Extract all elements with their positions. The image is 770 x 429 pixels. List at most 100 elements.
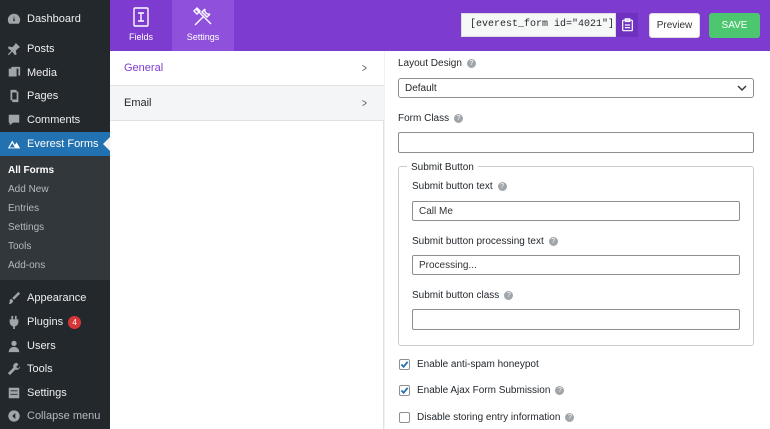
comments-icon [7,113,21,127]
everest-forms-icon [7,137,21,151]
tools-icon [7,362,21,376]
sidebar-item-media[interactable]: Media [0,61,110,85]
sidebar-item-settings[interactable]: Settings [0,381,110,405]
sidebar-item-label: Plugins [27,316,64,328]
sidebar-item-label: Dashboard [27,13,81,25]
settings-icon [7,386,21,400]
submenu-settings[interactable]: Settings [8,222,44,233]
field-label-text: Layout Design [398,58,462,69]
paintbrush-icon [7,291,21,305]
media-icon [7,66,21,80]
pages-icon [7,89,21,103]
submenu-all-forms[interactable]: All Forms [8,165,54,176]
everest-forms-submenu: All Forms Add New Entries Settings Tools… [0,156,110,280]
plugins-update-badge: 4 [68,315,82,329]
clipboard-icon [621,18,633,32]
chevron-right-icon: > [362,61,367,75]
submit-class-label: Submit button class ? [412,290,514,301]
submenu-add-new[interactable]: Add New [8,184,49,195]
help-icon[interactable]: ? [504,291,514,300]
sidebar-item-label: Pages [27,90,59,102]
processing-text-label: Submit button processing text ? [412,236,558,247]
shortcode-field[interactable]: [everest_form id="4021"] [461,13,616,37]
help-icon[interactable]: ? [565,413,575,422]
pin-icon [7,42,21,56]
sidebar-item-everest-forms[interactable]: Everest Forms [0,132,110,156]
sidebar-item-comments[interactable]: Comments [0,108,110,132]
sidebar-item-label: Tools [27,363,53,375]
tab-label: Settings [186,32,220,42]
sidebar-item-dashboard[interactable]: Dashboard [0,7,110,31]
tab-settings[interactable]: Settings [172,0,234,51]
tools-cross-icon [193,7,212,26]
submenu-tools[interactable]: Tools [8,241,31,252]
nav-item-label: Email [124,97,152,109]
disable-entry-storage-checkbox-row[interactable]: Disable storing entry information ? [399,412,575,423]
processing-text-input[interactable]: Processing... [412,255,740,275]
tab-label: Fields [128,32,153,42]
honeypot-checkbox-row[interactable]: Enable anti-spam honeypot [399,359,539,370]
tab-fields[interactable]: Fields [110,0,172,51]
collapse-icon [7,409,21,423]
help-icon[interactable]: ? [548,237,558,246]
sidebar-item-label: Media [27,67,57,79]
ajax-submission-checkbox[interactable] [399,385,410,396]
nav-item-label: General [124,62,164,74]
checkbox-label: Enable anti-spam honeypot [417,359,539,370]
checkbox-label: Disable storing entry information [417,412,561,423]
chevron-down-icon [737,85,747,91]
submit-text-input[interactable]: Call Me [412,201,740,221]
help-icon[interactable]: ? [497,182,507,191]
field-label-text: Form Class [398,113,450,124]
checkmark-icon [400,387,409,395]
field-label-text: Submit button processing text [412,236,544,247]
help-icon[interactable]: ? [454,114,464,123]
settings-nav-general[interactable]: General > [110,51,384,86]
settings-nav-email[interactable]: Email > [110,86,384,121]
submit-text-label: Submit button text ? [412,181,507,192]
save-button[interactable]: SAVE [709,13,760,38]
checkmark-icon [400,361,409,369]
users-icon [7,339,21,353]
submenu-addons[interactable]: Add-ons [8,260,45,271]
help-icon[interactable]: ? [466,59,476,68]
layout-design-select[interactable]: Default [398,78,754,98]
settings-nav: General > Email > [110,51,384,429]
preview-button[interactable]: Preview [649,13,700,38]
form-class-input[interactable] [398,132,754,153]
sidebar-item-tools[interactable]: Tools [0,357,110,381]
sidebar-item-label: Users [27,340,56,352]
sidebar-item-label: Comments [27,114,81,126]
field-label-text: Submit button class [412,290,500,301]
chevron-right-icon: > [362,96,367,110]
honeypot-checkbox[interactable] [399,359,410,370]
ajax-submission-checkbox-row[interactable]: Enable Ajax Form Submission ? [399,385,565,396]
general-settings-panel: Layout Design ? Default Form Class ? Sub… [385,51,770,429]
submenu-entries[interactable]: Entries [8,203,39,214]
submit-class-input[interactable] [412,309,740,330]
dashboard-icon [7,12,21,26]
sidebar-item-plugins[interactable]: Plugins 4 [0,310,110,334]
help-icon[interactable]: ? [555,386,565,395]
copy-shortcode-button[interactable] [616,13,638,37]
field-label-text: Submit button text [412,181,493,192]
form-class-label: Form Class ? [398,113,464,124]
sidebar-item-pages[interactable]: Pages [0,84,110,108]
layout-design-label: Layout Design ? [398,58,476,69]
sidebar-item-users[interactable]: Users [0,334,110,358]
sidebar-item-posts[interactable]: Posts [0,37,110,61]
sidebar-item-label: Settings [27,387,67,399]
sidebar-collapse-menu[interactable]: Collapse menu [0,404,110,428]
fields-icon [133,7,149,27]
disable-entry-storage-checkbox[interactable] [399,412,410,423]
sidebar-item-label: Collapse menu [27,410,101,422]
sidebar-item-label: Everest Forms [27,138,99,150]
admin-sidebar: Dashboard Posts Media Pages Comments Eve… [0,0,110,429]
sidebar-item-label: Posts [27,43,55,55]
checkbox-label: Enable Ajax Form Submission [417,385,551,396]
sidebar-item-appearance[interactable]: Appearance [0,286,110,310]
select-value: Default [405,82,437,94]
submit-button-legend: Submit Button [407,162,478,173]
sidebar-item-label: Appearance [27,292,87,304]
plugins-icon [7,315,21,329]
